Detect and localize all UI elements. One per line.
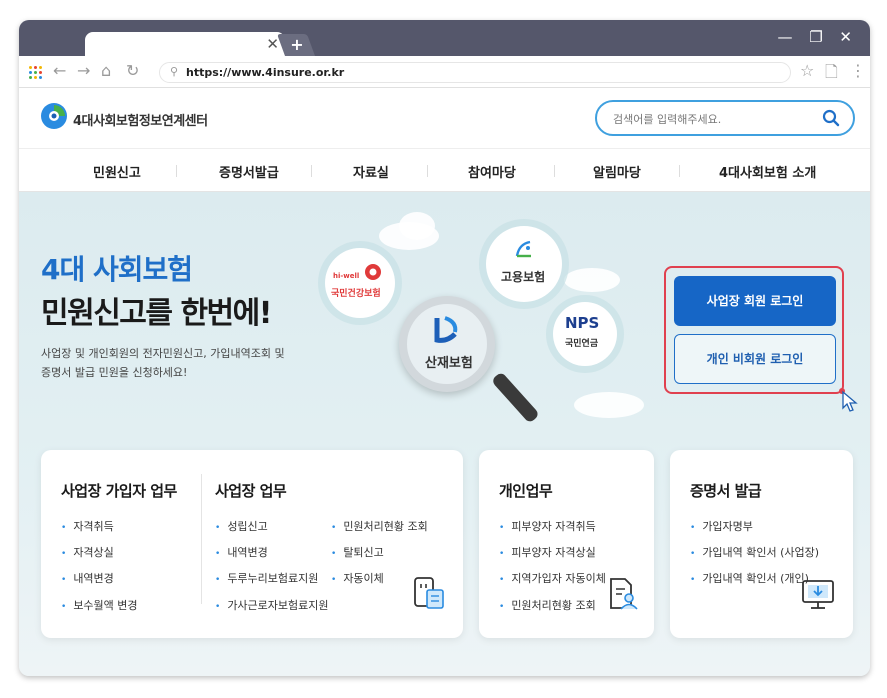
card-title-business-subscriber: 사업장 가입자 업무 — [61, 482, 177, 500]
list-item[interactable]: 피부양자 자격취득 — [499, 518, 595, 534]
employment-insurance-label: 고용보험 — [501, 270, 546, 284]
list-item[interactable]: 자격상실 — [61, 544, 113, 560]
nav-notice[interactable]: 알림마당 — [593, 162, 641, 181]
card-title-personal: 개인업무 — [499, 482, 553, 500]
window-controls[interactable]: — ❐ ✕ — [777, 28, 858, 46]
building-document-icon — [414, 577, 444, 609]
certificate-issuance-card: 증명서 발급 가입자명부 가입내역 확인서 (사업장) 가입내역 확인서 (개인… — [670, 450, 853, 638]
list-item[interactable]: 민원처리현황 조회 — [331, 518, 427, 534]
url-text[interactable]: https://www.4insure.or.kr — [186, 66, 344, 79]
reload-icon[interactable]: ↻ — [126, 61, 139, 80]
more-menu-icon[interactable]: ⋮ — [850, 61, 866, 80]
national-pension-label: 국민연금 — [565, 339, 599, 349]
card-title-business: 사업장 업무 — [215, 482, 287, 500]
search-icon: ⚲ — [170, 65, 179, 78]
business-login-button[interactable]: 사업장 회원 로그인 — [674, 276, 836, 326]
browser-titlebar: ✕ + — ❐ ✕ — [19, 20, 870, 56]
list-item[interactable]: 민원처리현황 조회 — [499, 597, 595, 613]
health-insurance-label: 국민건강보험 — [331, 289, 381, 299]
person-document-icon — [610, 578, 638, 610]
nav-civil-report[interactable]: 민원신고 — [93, 162, 141, 181]
bookmark-star-icon[interactable]: ☆ — [800, 61, 814, 80]
hero-section: 4대 사회보험 민원신고를 한번에! 사업장 및 개인회원의 전자민원신고, 가… — [19, 192, 870, 676]
address-bar: ← → ⌂ ↻ ⚲ https://www.4insure.or.kr ☆ 🗋 … — [19, 56, 870, 88]
list-item[interactable]: 성립신고 — [215, 518, 267, 534]
health-insurance-logo-icon — [365, 264, 381, 280]
hero-description: 사업장 및 개인회원의 전자민원신고, 가입내역조회 및 증명서 발급 민원을 … — [41, 344, 311, 382]
home-icon[interactable]: ⌂ — [101, 61, 111, 80]
mouse-cursor-icon — [839, 388, 858, 412]
url-field[interactable]: ⚲ https://www.4insure.or.kr — [159, 62, 791, 83]
industrial-accident-label: 산재보험 — [425, 356, 473, 371]
list-item[interactable]: 가입자명부 — [690, 518, 753, 534]
list-item[interactable]: 가입내역 확인서 (사업장) — [690, 544, 819, 560]
national-pension-brand: NPS — [565, 314, 600, 332]
list-item[interactable]: 내역변경 — [215, 544, 267, 560]
list-item[interactable]: 탈퇴신고 — [331, 544, 383, 560]
browser-tab[interactable]: ✕ — [85, 32, 285, 56]
new-tab-button[interactable]: + — [285, 34, 309, 56]
nav-about[interactable]: 4대사회보험 소개 — [719, 162, 816, 181]
search-icon[interactable] — [821, 108, 841, 128]
site-logo-icon[interactable] — [39, 101, 69, 131]
magnifier-handle — [490, 371, 541, 424]
hero-title-line1: 4대 사회보험 — [41, 253, 193, 286]
search-input[interactable]: 검색어를 입력해주세요. — [613, 111, 721, 127]
list-item[interactable]: 피부양자 자격상실 — [499, 544, 595, 560]
list-item[interactable]: 자동이체 — [331, 570, 383, 586]
cloud-decoration — [574, 392, 644, 418]
list-item[interactable]: 가사근로자보험료지원 — [215, 597, 328, 613]
site-search[interactable]: 검색어를 입력해주세요. — [595, 100, 855, 136]
list-item[interactable]: 보수월액 변경 — [61, 597, 137, 613]
national-pension-badge — [553, 302, 617, 366]
list-item[interactable]: 지역가입자 자동이체 — [499, 570, 606, 586]
main-navigation: 민원신고 증명서발급 자료실 참여마당 알림마당 4대사회보험 소개 — [19, 148, 870, 192]
hero-description-line2: 증명서 발급 민원을 신청하세요! — [41, 366, 188, 379]
card-title-certificate: 증명서 발급 — [690, 482, 762, 500]
personal-login-button[interactable]: 개인 비회원 로그인 — [674, 334, 836, 384]
forward-arrow-icon[interactable]: → — [77, 61, 90, 80]
industrial-accident-logo-icon — [434, 316, 458, 343]
list-item[interactable]: 내역변경 — [61, 570, 113, 586]
employment-insurance-logo-icon — [515, 240, 531, 258]
page-content: 4대사회보험정보연계센터 검색어를 입력해주세요. 민원신고 증명서발급 자료실… — [19, 88, 870, 676]
page-icon[interactable]: 🗋 — [825, 61, 838, 88]
health-insurance-badge — [325, 248, 395, 318]
browser-window: ✕ + — ❐ ✕ ← → ⌂ ↻ ⚲ https://www.4insure.… — [19, 20, 870, 676]
nav-library[interactable]: 자료실 — [353, 162, 389, 181]
personal-services-card: 개인업무 피부양자 자격취득 피부양자 자격상실 지역가입자 자동이체 민원처리… — [479, 450, 654, 638]
nav-participation[interactable]: 참여마당 — [468, 162, 516, 181]
nav-certificate[interactable]: 증명서발급 — [219, 162, 279, 181]
health-insurance-brand: hi-well — [333, 272, 360, 280]
hero-description-line1: 사업장 및 개인회원의 전자민원신고, 가입내역조회 및 — [41, 347, 285, 360]
hero-title-line2: 민원신고를 한번에! — [41, 296, 272, 331]
list-item[interactable]: 두루누리보험료지원 — [215, 570, 318, 586]
list-item[interactable]: 가입내역 확인서 (개인) — [690, 570, 809, 586]
business-services-card: 사업장 가입자 업무 사업장 업무 자격취득 자격상실 내역변경 보수월액 변경… — [41, 450, 463, 638]
cloud-decoration — [564, 268, 620, 292]
back-arrow-icon[interactable]: ← — [53, 61, 66, 80]
site-logo-text[interactable]: 4대사회보험정보연계센터 — [73, 110, 208, 129]
site-header: 4대사회보험정보연계센터 검색어를 입력해주세요. — [19, 88, 870, 148]
apps-grid-icon[interactable] — [29, 66, 43, 79]
list-item[interactable]: 자격취득 — [61, 518, 113, 534]
cloud-decoration — [399, 212, 435, 240]
monitor-download-icon — [802, 580, 834, 609]
